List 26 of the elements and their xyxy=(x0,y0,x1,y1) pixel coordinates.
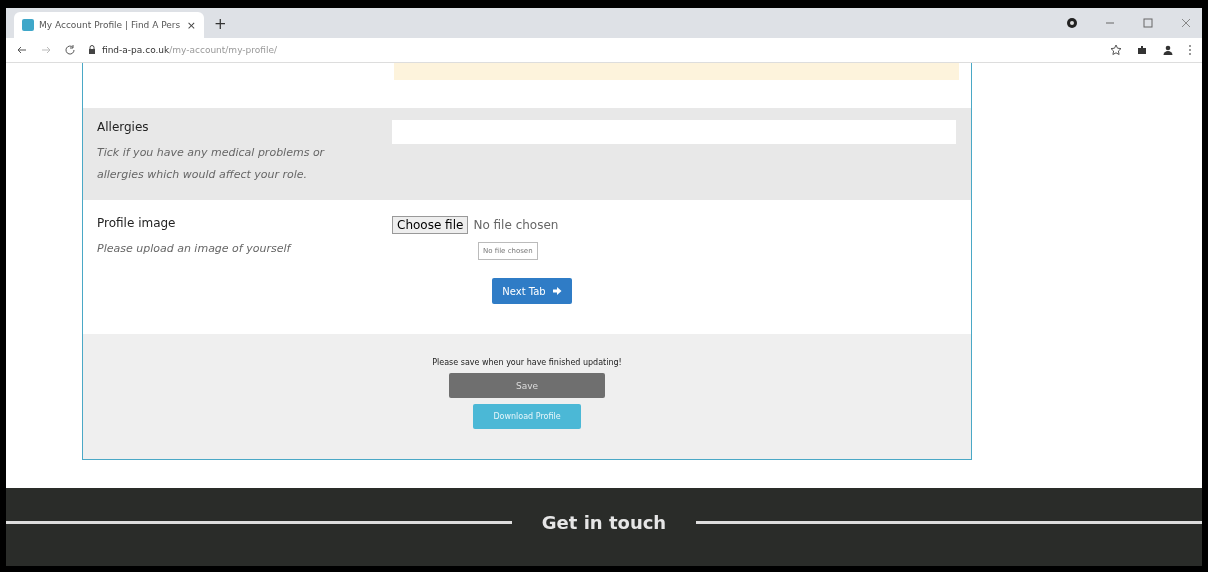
footer-heading: Get in touch xyxy=(541,511,667,533)
new-tab-button[interactable]: + xyxy=(214,15,227,33)
field-hint: Tick if you have any medical problems or allergies which would affect your role. xyxy=(97,145,326,183)
back-icon[interactable] xyxy=(16,44,28,56)
save-button[interactable]: Save xyxy=(449,373,605,398)
arrow-icon xyxy=(551,286,562,296)
profile-icon[interactable] xyxy=(1162,44,1174,56)
tab-title: My Account Profile | Find A Pers xyxy=(39,20,182,30)
close-tab-button[interactable]: × xyxy=(186,18,196,32)
maximize-icon[interactable] xyxy=(1142,17,1154,29)
lock-icon xyxy=(88,45,96,55)
choose-file-button[interactable]: Choose file xyxy=(392,216,469,234)
file-status: No file chosen xyxy=(473,218,559,232)
field-label: Allergies xyxy=(97,120,150,134)
site-favicon xyxy=(22,19,34,31)
star-icon[interactable] xyxy=(1110,44,1122,56)
reload-icon[interactable] xyxy=(64,44,76,56)
more-icon[interactable] xyxy=(1188,44,1192,56)
save-note: Please save when your have finished updating! xyxy=(432,358,622,367)
record-icon[interactable] xyxy=(1066,17,1078,29)
next-tab-button[interactable]: Next Tab xyxy=(492,278,572,304)
field-label: Profile image xyxy=(97,216,177,230)
close-icon[interactable] xyxy=(1180,17,1192,29)
browser-tab[interactable]: My Account Profile | Find A Pers × xyxy=(14,12,204,38)
address-bar[interactable]: find-a-pa.co.uk/my-account/my-profile/ xyxy=(88,45,1098,55)
field-hint: Please upload an image of yourself xyxy=(97,241,293,257)
